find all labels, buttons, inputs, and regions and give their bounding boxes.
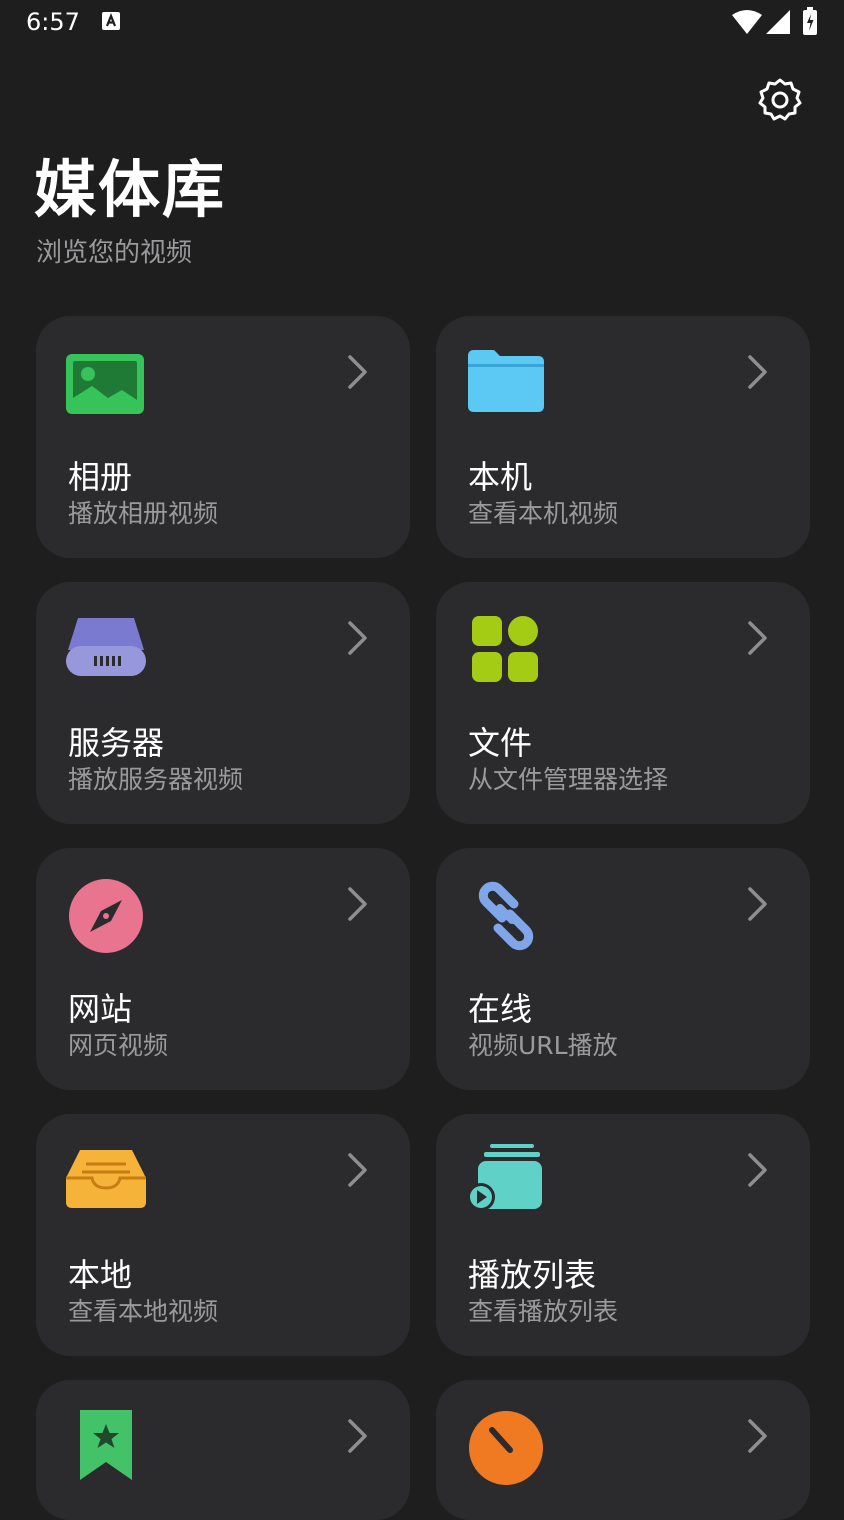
- settings-gear-icon[interactable]: [756, 76, 804, 124]
- card-playlist[interactable]: 播放列表 查看播放列表: [436, 1114, 810, 1356]
- card-description: 视频URL播放: [468, 1031, 618, 1060]
- page-subtitle: 浏览您的视频: [36, 238, 193, 268]
- image-icon: [66, 354, 144, 414]
- card-description: 播放相册视频: [68, 499, 219, 528]
- card-device[interactable]: 本机 查看本机视频: [436, 316, 810, 558]
- chevron-right-icon: [348, 355, 367, 389]
- card-album[interactable]: 相册 播放相册视频: [36, 316, 410, 558]
- timer-icon: [469, 1411, 543, 1485]
- chevron-right-icon: [748, 887, 767, 921]
- wifi-icon: [732, 10, 762, 34]
- media-source-grid: 相册 播放相册视频 本机 查看本机视频 服务器 播放服务器视频 文件 从文件管理…: [36, 316, 810, 1520]
- card-label: 本机: [468, 458, 533, 496]
- card-online[interactable]: 在线 视频URL播放: [436, 848, 810, 1090]
- battery-charging-icon: [803, 7, 817, 35]
- inbox-tray-icon: [66, 1150, 146, 1208]
- chevron-right-icon: [748, 1419, 767, 1453]
- card-description: 查看本机视频: [468, 499, 619, 528]
- status-time: 6:57: [26, 8, 80, 36]
- card-server[interactable]: 服务器 播放服务器视频: [36, 582, 410, 824]
- card-label: 服务器: [68, 724, 165, 762]
- card-description: 从文件管理器选择: [468, 765, 669, 794]
- chevron-right-icon: [748, 1153, 767, 1187]
- card-label: 在线: [468, 990, 533, 1028]
- card-label: 文件: [468, 724, 533, 762]
- server-icon: [66, 618, 146, 676]
- link-icon: [478, 881, 534, 951]
- playlist-icon: [467, 1144, 542, 1211]
- bookmark-star-icon: [80, 1410, 132, 1480]
- cellular-signal-icon: [766, 10, 790, 34]
- card-files[interactable]: 文件 从文件管理器选择: [436, 582, 810, 824]
- page-title: 媒体库: [34, 153, 227, 226]
- chevron-right-icon: [748, 355, 767, 389]
- folder-icon: [468, 350, 544, 412]
- card-description: 播放服务器视频: [68, 765, 244, 794]
- card-label: 本地: [68, 1256, 133, 1294]
- card-website[interactable]: 网站 网页视频: [36, 848, 410, 1090]
- card-label: 网站: [68, 990, 133, 1028]
- card-timer[interactable]: [436, 1380, 810, 1520]
- card-description: 查看播放列表: [468, 1297, 619, 1326]
- keyboard-a-icon: [102, 12, 120, 30]
- card-description: 查看本地视频: [68, 1297, 219, 1326]
- card-description: 网页视频: [68, 1031, 169, 1060]
- chevron-right-icon: [348, 1419, 367, 1453]
- chevron-right-icon: [348, 1153, 367, 1187]
- card-label: 播放列表: [468, 1256, 597, 1294]
- chevron-right-icon: [348, 887, 367, 921]
- card-label: 相册: [68, 458, 133, 496]
- chevron-right-icon: [348, 621, 367, 655]
- compass-icon: [69, 879, 143, 953]
- apps-grid-icon: [472, 616, 538, 682]
- chevron-right-icon: [748, 621, 767, 655]
- card-bookmarks[interactable]: [36, 1380, 410, 1520]
- card-local[interactable]: 本地 查看本地视频: [36, 1114, 410, 1356]
- status-bar: 6:57: [0, 0, 844, 48]
